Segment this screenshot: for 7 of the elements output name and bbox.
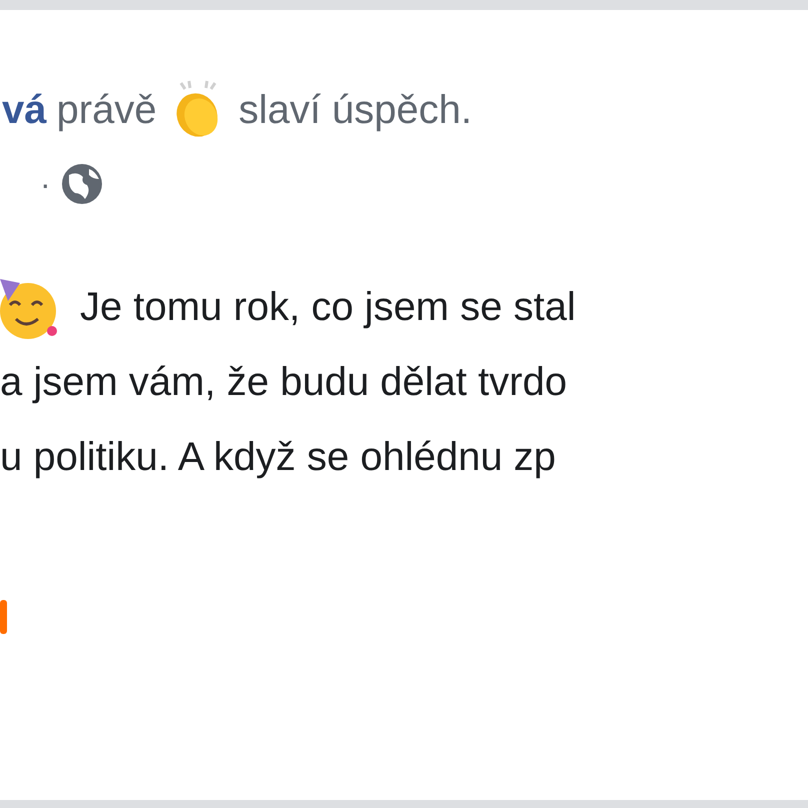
post-text-line: a jsem vám, že budu dělat tvrdo [0, 359, 567, 406]
activity-text: slaví úspěch. [238, 87, 472, 134]
author-name[interactable]: vá [2, 80, 46, 140]
separator-dot: · [40, 165, 51, 204]
post-text-line: Je tomu rok, co jsem se stal [80, 284, 576, 331]
status-verb: právě [56, 87, 157, 134]
post-text-line: u politiku. A když se ohlédnu zp [0, 434, 556, 481]
